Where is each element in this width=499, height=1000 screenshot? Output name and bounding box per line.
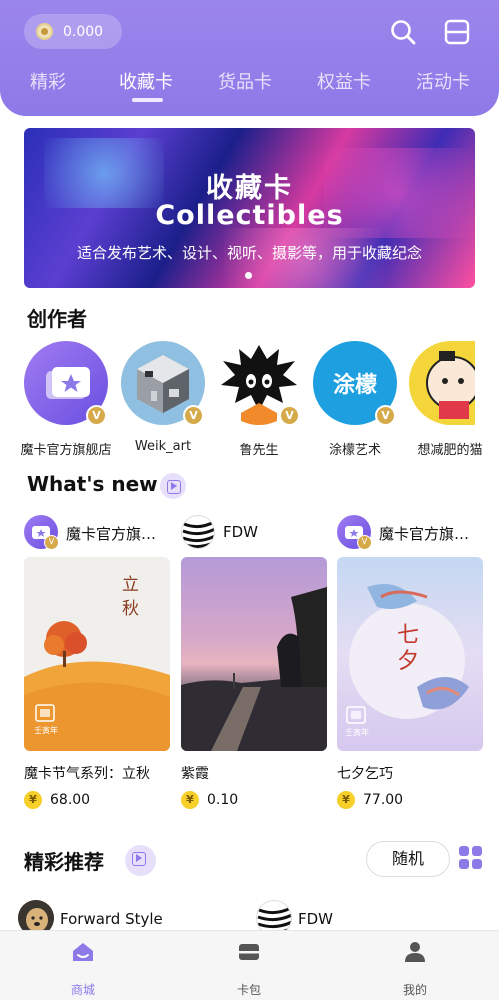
- artwork-vertical-text: 立秋: [122, 575, 139, 619]
- creator-name: 魔卡官方旗舰店: [20, 443, 112, 458]
- autumn-hill-image: [24, 621, 170, 751]
- tab-featured[interactable]: 精彩: [30, 68, 66, 94]
- creator-avatar: [409, 341, 475, 425]
- carousel-dot[interactable]: [245, 272, 252, 279]
- creator-name: Weik_art: [134, 439, 192, 454]
- card-artwork[interactable]: 立秋 壬寅年: [24, 557, 170, 751]
- card-price: 0.10: [207, 792, 239, 808]
- sunset-boardwalk-image: [181, 587, 327, 751]
- tab-events[interactable]: 活动卡: [416, 68, 470, 94]
- card-artwork[interactable]: 七夕 壬寅年: [337, 557, 483, 751]
- card-price: 68.00: [50, 792, 91, 808]
- card-title: 七夕乞巧: [337, 766, 393, 782]
- yen-icon: ¥: [24, 791, 42, 809]
- owner-avatar: [181, 515, 215, 549]
- cat-character-image: [426, 351, 475, 419]
- store-icon: [73, 943, 93, 961]
- nav-mall[interactable]: 商城: [53, 941, 113, 998]
- top-header: 0.000 精彩 收藏卡 货品卡 权益卡 活动卡: [0, 0, 499, 116]
- grid-view-icon[interactable]: [459, 846, 483, 870]
- whats-new-heading: What's new: [27, 472, 158, 496]
- tab-collectibles[interactable]: 收藏卡: [119, 68, 173, 94]
- artwork-vertical-text: 七夕: [397, 623, 420, 674]
- nav-label: 我的: [402, 983, 427, 997]
- play-icon[interactable]: [125, 845, 156, 876]
- promo-banner[interactable]: 收藏卡 Collectibles 适合发布艺术、设计、视听、摄影等，用于收藏纪念: [24, 128, 475, 288]
- user-name: FDW: [298, 910, 334, 928]
- play-icon[interactable]: [160, 473, 186, 499]
- verified-badge-icon: V: [375, 405, 396, 426]
- card-title: 紫霞: [181, 766, 209, 782]
- verified-badge-icon: V: [357, 535, 372, 550]
- card-owner-name: 魔卡官方旗舰店: [66, 525, 170, 543]
- tab-rights[interactable]: 权益卡: [317, 68, 371, 94]
- creators-heading: 创作者: [27, 307, 87, 331]
- creator-name: 涂檬艺术: [328, 443, 381, 458]
- wallet-icon: [239, 944, 259, 960]
- balance-pill[interactable]: 0.000: [24, 14, 122, 49]
- verified-badge-icon: V: [44, 535, 59, 550]
- nav-label: 卡包: [236, 983, 261, 997]
- verified-badge-icon: V: [279, 405, 300, 426]
- coin-icon: [36, 23, 53, 40]
- yen-icon: ¥: [337, 791, 355, 809]
- verified-badge-icon: V: [183, 405, 204, 426]
- user-icon: [405, 942, 425, 962]
- nav-label: 商城: [70, 983, 95, 997]
- category-tabs: 精彩 收藏卡 货品卡 权益卡 活动卡: [0, 64, 499, 104]
- creator-name: 鲁先生: [239, 443, 279, 458]
- banner-subtitle: Collectibles: [155, 200, 344, 231]
- card-owner-name: 魔卡官方旗舰店: [379, 525, 483, 543]
- card-title: 魔卡节气系列：立秋: [24, 766, 150, 782]
- tab-goods[interactable]: 货品卡: [218, 68, 272, 94]
- artwork-stamp-text: 壬寅年: [345, 728, 369, 737]
- search-icon[interactable]: [389, 18, 417, 46]
- zebra-pattern-image: [182, 520, 214, 548]
- card-artwork[interactable]: [181, 557, 327, 751]
- recommended-heading: 精彩推荐: [24, 850, 104, 874]
- balance-value: 0.000: [63, 23, 104, 40]
- card-price: 77.00: [363, 792, 404, 808]
- user-name: Forward Style: [60, 910, 163, 928]
- nav-profile[interactable]: 我的: [385, 941, 445, 998]
- verified-badge-icon: V: [86, 405, 107, 426]
- artwork-stamp-text: 壬寅年: [34, 726, 58, 735]
- creator-name: 想减肥的猫: [417, 443, 483, 458]
- scan-icon[interactable]: [443, 18, 471, 46]
- banner-description: 适合发布艺术、设计、视听、摄影等，用于收藏纪念: [76, 244, 422, 262]
- active-tab-indicator: [132, 98, 163, 102]
- yen-icon: ¥: [181, 791, 199, 809]
- random-button[interactable]: 随机: [366, 841, 450, 877]
- nav-card-wallet[interactable]: 卡包: [219, 941, 279, 998]
- card-owner-name: FDW: [223, 523, 259, 541]
- creator-logo-text: 涂檬: [332, 373, 377, 398]
- bottom-navigation: 商城 卡包 我的: [0, 930, 499, 1000]
